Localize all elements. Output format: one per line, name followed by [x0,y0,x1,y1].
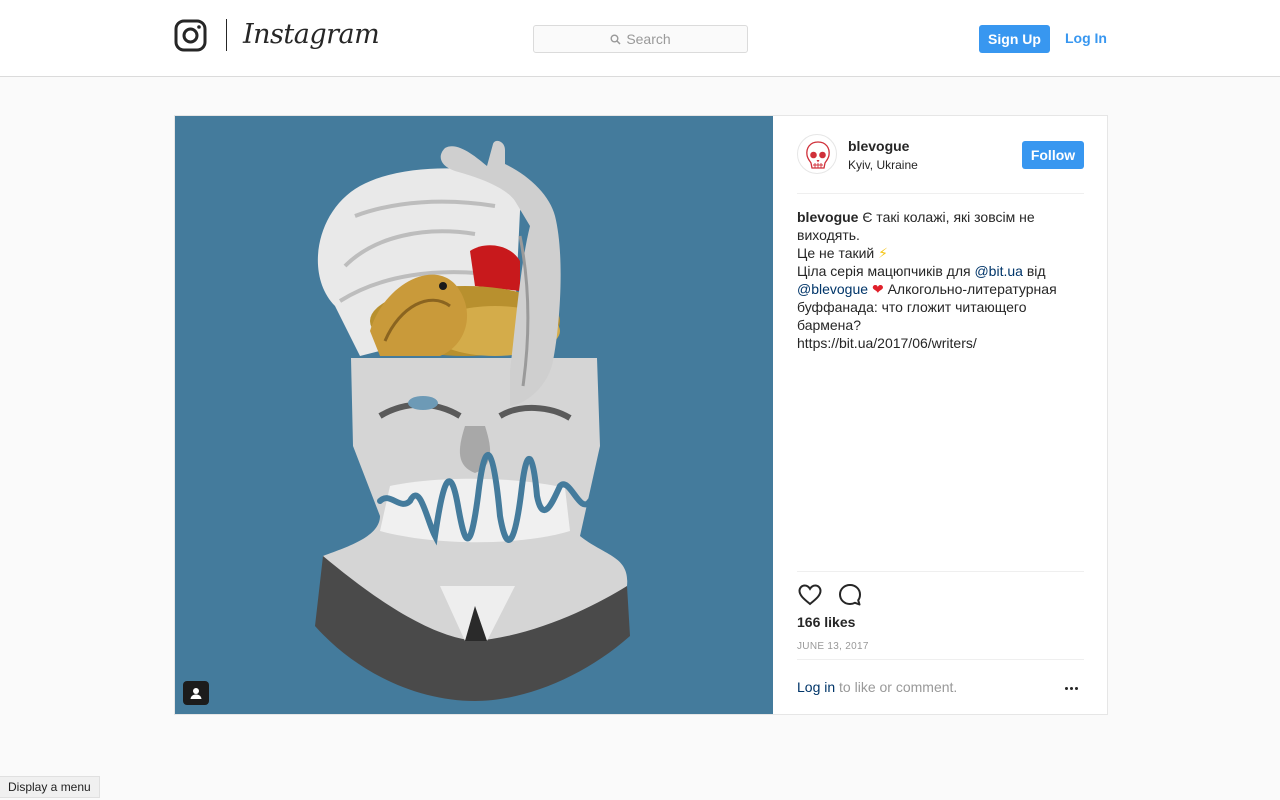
log-in-link[interactable]: Log In [1065,28,1107,48]
skull-avatar-icon [806,141,830,169]
caption-link: https://bit.ua/2017/06/writers/ [797,335,977,351]
post-caption: blevogue Є такі колажі, які зовсім не ви… [797,208,1084,352]
post-header: blevogue Kyiv, Ukraine Follow [797,134,1084,194]
like-count[interactable]: 166 likes [797,614,855,630]
instagram-wordmark[interactable]: Instagram [243,15,380,55]
user-tag-button[interactable] [183,681,209,705]
comment-bubble-icon[interactable] [837,582,863,608]
post-image[interactable] [175,116,773,714]
author-username[interactable]: blevogue [848,138,909,154]
mention-blevogue[interactable]: @blevogue [797,281,868,297]
post-location[interactable]: Kyiv, Ukraine [848,158,918,172]
lightning-emoji: ⚡ [878,245,888,261]
caption-line-2: Це не такий [797,245,875,261]
post-card: blevogue Kyiv, Ukraine Follow blevogue Є… [174,115,1108,715]
follow-button[interactable]: Follow [1022,141,1084,169]
post-date[interactable]: JUNE 13, 2017 [797,641,869,652]
logo-divider [226,19,227,51]
status-tooltip: Display a menu [0,776,100,798]
caption-line-3-prefix: Ціла серія мацюпчиків для [797,263,971,279]
mention-bit-ua[interactable]: @bit.ua [974,263,1022,279]
heart-icon[interactable] [797,582,823,608]
caption-username[interactable]: blevogue [797,209,858,225]
comment-login-link[interactable]: Log in [797,679,835,695]
more-options-icon[interactable] [1059,678,1083,698]
comment-prompt: Log in to like or comment. [797,679,957,695]
caption-line-3-suffix: від [1026,263,1046,279]
avatar[interactable] [797,134,837,174]
top-navigation-bar: Instagram Search Sign Up Log In [0,0,1280,77]
post-sidebar: blevogue Kyiv, Ukraine Follow blevogue Є… [773,116,1107,714]
heart-emoji: ❤ [871,281,884,297]
collage-artwork [315,140,630,701]
user-tag-icon [190,688,202,699]
search-icon [610,34,621,45]
comment-prompt-suffix: to like or comment. [835,679,958,695]
comment-prompt-row: Log in to like or comment. [797,659,1084,715]
instagram-glyph-icon[interactable] [174,19,207,52]
sign-up-button[interactable]: Sign Up [979,25,1050,53]
search-input[interactable]: Search [533,25,748,53]
search-placeholder: Search [626,31,671,47]
post-actions: 166 likes JUNE 13, 2017 [797,571,1084,659]
